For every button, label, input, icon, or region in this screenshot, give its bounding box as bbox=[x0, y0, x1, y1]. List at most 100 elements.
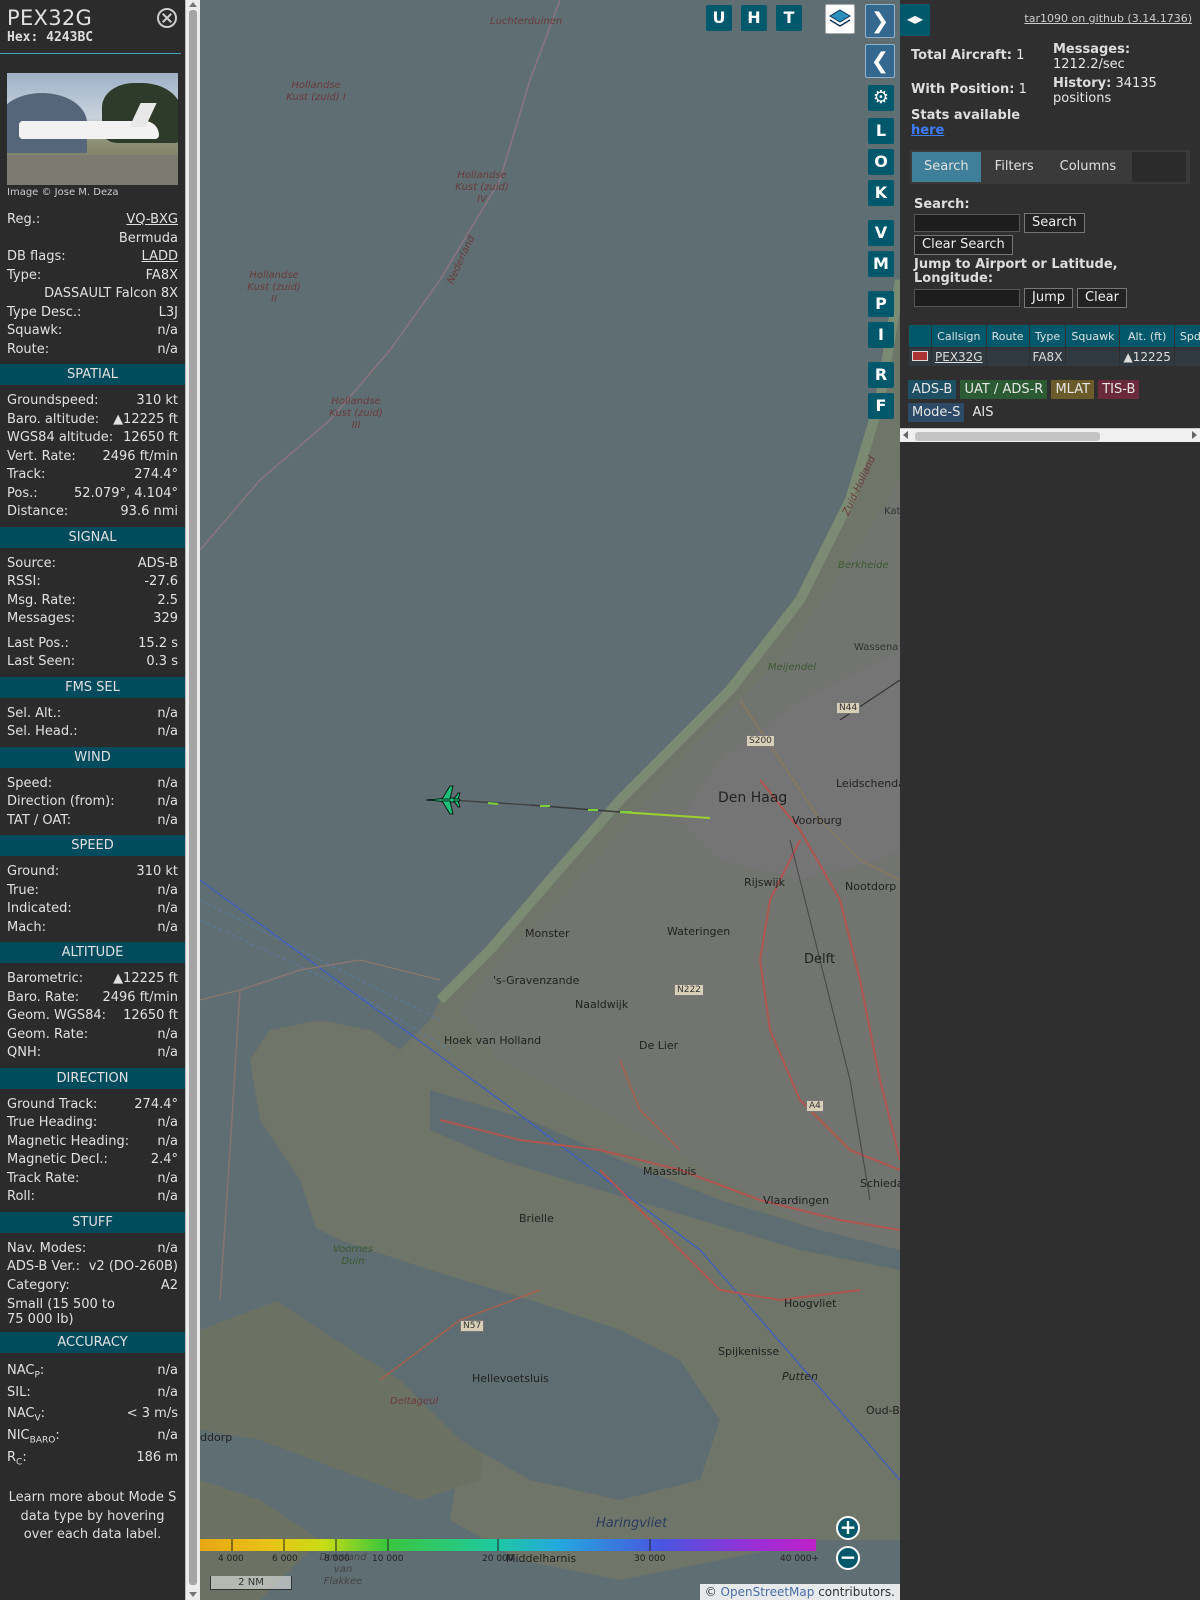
scroll-right-icon[interactable] bbox=[1192, 431, 1197, 439]
aircraft-photo[interactable] bbox=[7, 73, 178, 185]
jump-button[interactable]: Jump bbox=[1024, 288, 1073, 308]
button-u[interactable]: U bbox=[706, 5, 732, 31]
col-route[interactable]: Route bbox=[986, 325, 1029, 347]
button-f[interactable]: F bbox=[868, 393, 894, 419]
scroll-up-icon[interactable] bbox=[189, 2, 197, 7]
search-label: Search: bbox=[914, 197, 970, 212]
toggle-sidebar-button[interactable]: ◂▸ bbox=[900, 4, 930, 36]
label-delier: De Lier bbox=[639, 1039, 679, 1052]
scroll-left-icon[interactable] bbox=[903, 431, 908, 439]
squawk-row: Squawk: n/a bbox=[0, 322, 185, 341]
tab-search[interactable]: Search bbox=[912, 152, 981, 182]
rc-label: RC: bbox=[7, 1450, 27, 1468]
button-r[interactable]: R bbox=[868, 362, 894, 388]
legend-mlat: MLAT bbox=[1051, 380, 1095, 399]
button-h[interactable]: H bbox=[741, 5, 767, 31]
button-v[interactable]: V bbox=[868, 220, 894, 246]
info-row-label: Track Rate: bbox=[7, 1170, 80, 1186]
reg-link[interactable]: VQ-BXG bbox=[126, 211, 178, 230]
jump-input[interactable] bbox=[914, 289, 1020, 307]
label-leidschendam: Leidschendam bbox=[836, 777, 900, 790]
info-row-label: Last Seen: bbox=[7, 654, 76, 669]
info-row-label: Ground: bbox=[7, 864, 60, 879]
col-alt[interactable]: Alt. (ft) bbox=[1120, 325, 1174, 347]
info-row-value: n/a bbox=[157, 1045, 178, 1060]
info-row-value: n/a bbox=[157, 812, 178, 828]
signal-rows: Source: ADS-B RSSI: -27.6 Msg. Rate: 2.5 Messa… bbox=[0, 555, 185, 629]
search-input[interactable] bbox=[914, 214, 1020, 232]
layers-button[interactable] bbox=[825, 4, 855, 34]
messages-value: 1212.2/sec bbox=[1053, 57, 1125, 72]
label-wateringen: Wateringen bbox=[667, 925, 731, 938]
row-route bbox=[986, 348, 1029, 366]
scrollbar-thumb[interactable] bbox=[915, 432, 1100, 441]
info-row-value: 12650 ft bbox=[123, 430, 178, 445]
button-k[interactable]: K bbox=[868, 180, 894, 206]
info-row: Sel. Head.: n/a bbox=[0, 723, 185, 742]
map-view[interactable]: Luchterduinen Hollandse Kust (zuid) I Ho… bbox=[200, 0, 900, 1600]
info-row-value: ▲12225 ft bbox=[113, 411, 178, 427]
col-callsign[interactable]: Callsign bbox=[932, 325, 986, 347]
tab-columns[interactable]: Columns bbox=[1048, 152, 1129, 182]
scrollbar-thumb[interactable] bbox=[189, 10, 197, 1585]
button-m[interactable]: M bbox=[868, 251, 894, 277]
clear-button[interactable]: Clear bbox=[1077, 288, 1127, 308]
button-i[interactable]: I bbox=[868, 322, 894, 348]
close-icon[interactable] bbox=[157, 8, 177, 28]
dbflags-link[interactable]: LADD bbox=[142, 248, 178, 267]
aircraft-list-panel: ◂▸ tar1090 on github (3.14.1736) Total A… bbox=[900, 0, 1200, 1600]
label-wassenaar: Wassena bbox=[854, 642, 899, 653]
collapse-left-button[interactable]: ❮ bbox=[865, 44, 895, 78]
info-row-label: Nav. Modes: bbox=[7, 1240, 87, 1256]
reg-row: Reg.: VQ-BXG bbox=[0, 211, 185, 230]
tab-filters[interactable]: Filters bbox=[983, 152, 1046, 182]
row-callsign[interactable]: PEX32G bbox=[932, 348, 986, 366]
attribution-prefix: © bbox=[704, 1585, 717, 1599]
road-n44: N44 bbox=[836, 702, 861, 714]
search-button[interactable]: Search bbox=[1024, 213, 1085, 233]
table-scrollbar[interactable] bbox=[900, 428, 1200, 442]
expand-right-button[interactable]: ❯ bbox=[865, 4, 895, 38]
info-row-label: Track: bbox=[7, 467, 46, 482]
label-brielle: Brielle bbox=[519, 1212, 554, 1225]
scale-bar: 2 NM bbox=[210, 1576, 292, 1590]
button-p[interactable]: P bbox=[868, 291, 894, 317]
signal-rows-2: Last Pos.: 15.2 s Last Seen: 0.3 s bbox=[0, 635, 185, 672]
aircraft-info-panel: PEX32G Hex: 4243BC Image © Jose M. Deza … bbox=[0, 0, 185, 1600]
info-row-value: 2496 ft/min bbox=[102, 989, 178, 1005]
info-row-label: Distance: bbox=[7, 504, 69, 519]
info-row: Mach: n/a bbox=[0, 919, 185, 938]
zoom-out-button[interactable]: − bbox=[836, 1546, 860, 1570]
clear-search-button[interactable]: Clear Search bbox=[914, 235, 1013, 255]
nic-label: NICBARO: bbox=[7, 1428, 60, 1446]
settings-button[interactable]: ⚙ bbox=[868, 85, 894, 111]
col-spd[interactable]: Spd bbox=[1174, 325, 1200, 347]
version-link[interactable]: tar1090 on github (3.14.1736) bbox=[1024, 12, 1192, 25]
col-squawk[interactable]: Squawk bbox=[1066, 325, 1120, 347]
col-flag[interactable] bbox=[909, 325, 931, 347]
info-header: PEX32G Hex: 4243BC bbox=[0, 0, 181, 54]
info-row-value: A2 bbox=[160, 1277, 178, 1293]
zoom-in-button[interactable]: + bbox=[836, 1516, 860, 1540]
info-row-value: n/a bbox=[157, 1133, 178, 1149]
osm-link[interactable]: OpenStreetMap bbox=[721, 1585, 815, 1599]
button-o[interactable]: O bbox=[868, 149, 894, 175]
table-row[interactable]: PEX32G FA8X ▲12225 bbox=[909, 348, 1200, 366]
col-type[interactable]: Type bbox=[1029, 325, 1066, 347]
alt-tick: 40 000+ bbox=[780, 1554, 820, 1564]
scroll-down-icon[interactable] bbox=[189, 1592, 197, 1597]
info-row-value: ▲12225 ft bbox=[113, 971, 178, 986]
info-row-value: 2496 ft/min bbox=[102, 448, 178, 464]
button-t[interactable]: T bbox=[776, 5, 802, 31]
info-row-value: 310 kt bbox=[136, 864, 178, 879]
typedesc-value: L3J bbox=[158, 304, 178, 320]
info-row-label: True Heading: bbox=[7, 1115, 98, 1130]
table-header: Callsign Route Type Squawk Alt. (ft) Spd bbox=[909, 325, 1200, 347]
info-row: Sel. Alt.: n/a bbox=[0, 705, 185, 724]
button-l[interactable]: L bbox=[868, 118, 894, 144]
info-row: Groundspeed: 310 kt bbox=[0, 392, 185, 411]
info-panel-scrollbar[interactable] bbox=[185, 0, 200, 1600]
info-row-label: Messages: bbox=[7, 611, 76, 626]
map-canvas[interactable] bbox=[200, 0, 900, 1600]
stats-link[interactable]: here bbox=[911, 123, 1051, 138]
